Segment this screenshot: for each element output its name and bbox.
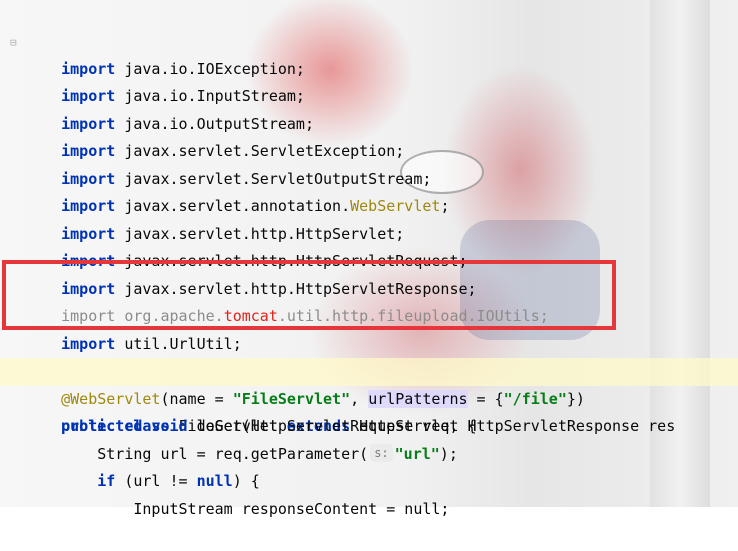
code-line-import: import javax.servlet.http.HttpServlet; <box>25 193 404 243</box>
code-line-method-decl: protected void doGet(HttpServletRequest … <box>25 413 675 441</box>
statement-end: ); <box>439 444 458 463</box>
string-literal: "/file" <box>503 389 567 408</box>
keyword: if <box>97 472 116 490</box>
red-highlight-box <box>2 260 616 330</box>
statement: String url = req.getParameter( <box>97 444 369 463</box>
code-line-annotation: @WebServlet(name = "FileServlet", urlPat… <box>0 358 738 408</box>
keyword: import <box>61 334 116 353</box>
fold-icon[interactable]: ⊟ <box>10 36 17 49</box>
editor-gutter: ⊟ <box>0 0 22 507</box>
code-line-if: if (url != null) { <box>25 468 260 496</box>
code-line-import: import javax.servlet.ServletOutputStream… <box>25 138 431 188</box>
parameter-hint: s: <box>370 443 393 462</box>
code-line-import: import javax.servlet.annotation.WebServl… <box>25 166 449 215</box>
code-line-import: import java.io.OutputStream; <box>25 83 314 133</box>
code-line-import: import javax.servlet.http.HttpServletReq… <box>25 221 467 270</box>
condition: (url != <box>124 472 197 490</box>
keyword: protected <box>61 417 143 435</box>
semicolon: ; <box>440 197 450 215</box>
keyword: void <box>151 417 188 435</box>
brace: ) { <box>232 472 260 490</box>
keyword: null <box>196 472 233 490</box>
code-line-import: import javax.servlet.ServletException; <box>25 111 404 160</box>
closing-brace: }) <box>566 389 585 408</box>
string-literal: "url" <box>394 444 440 463</box>
code-line-partial: InputStream responseContent = null; <box>25 496 449 524</box>
method-signature: doGet(HttpServletRequest req, HttpServle… <box>196 417 676 435</box>
import-path: util.UrlUtil; <box>124 334 242 353</box>
code-line-class-decl: public class FileServlet extends HttpSer… <box>25 386 476 435</box>
statement: InputStream responseContent = null; <box>133 499 450 518</box>
code-line-statement: String url = req.getParameter(s: "url"); <box>25 441 458 469</box>
code-line-import: import java.io.InputStream; <box>25 56 305 105</box>
code-line-import: import java.io.IOException; <box>25 28 305 78</box>
